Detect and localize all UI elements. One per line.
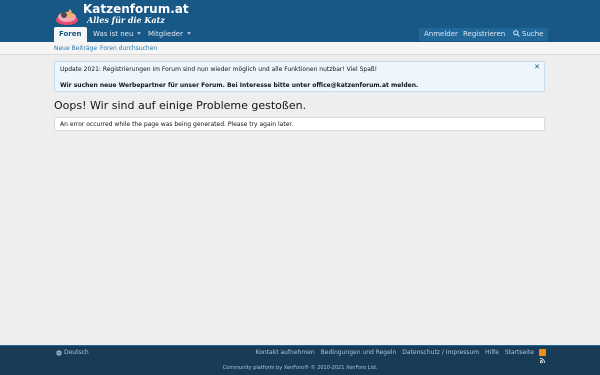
notice-update-text: Update 2021: Registrierungen im Forum si… bbox=[60, 66, 378, 73]
subnav-search-forums[interactable]: Foren durchsuchen bbox=[100, 42, 157, 55]
site-header: Katzenforum.at Alles für die Katz Foren … bbox=[0, 0, 600, 42]
copyright-text: Community platform by XenForo® © 2010-20… bbox=[222, 365, 378, 371]
footer-links: Kontakt aufnehmen Bedingungen und Regeln… bbox=[256, 349, 534, 356]
chevron-down-icon[interactable] bbox=[187, 32, 191, 35]
globe-icon bbox=[56, 349, 62, 356]
tab-mitglieder-label: Mitglieder bbox=[148, 30, 183, 38]
tab-mitglieder[interactable]: Mitglieder bbox=[143, 27, 196, 42]
tab-was-ist-neu[interactable]: Was ist neu bbox=[88, 27, 146, 42]
close-icon[interactable]: ✕ bbox=[534, 63, 540, 71]
register-button[interactable]: Registrieren bbox=[458, 28, 511, 41]
search-icon bbox=[513, 30, 520, 37]
tab-foren[interactable]: Foren bbox=[54, 27, 87, 42]
footer-link-terms[interactable]: Bedingungen und Regeln bbox=[321, 349, 397, 356]
cat-bed-logo-icon bbox=[55, 6, 79, 26]
notice-partner-text: Wir suchen neue Werbepartner für unser F… bbox=[60, 82, 419, 89]
language-chooser[interactable]: Deutsch bbox=[56, 349, 89, 356]
footer-link-privacy[interactable]: Datenschutz / Impressum bbox=[402, 349, 479, 356]
tab-was-ist-neu-label: Was ist neu bbox=[93, 30, 134, 38]
footer-link-home[interactable]: Startseite bbox=[505, 349, 534, 356]
site-slogan: Alles für die Katz bbox=[87, 15, 165, 25]
main-nav: Foren Was ist neu Mitglieder Anmelden Re… bbox=[0, 27, 600, 42]
tab-foren-label: Foren bbox=[59, 30, 82, 38]
register-label: Registrieren bbox=[463, 30, 506, 38]
chevron-down-icon[interactable] bbox=[137, 32, 142, 35]
error-block: An error occurred while the page was bei… bbox=[54, 117, 545, 131]
footer-link-help[interactable]: Hilfe bbox=[485, 349, 499, 356]
site-notice: Update 2021: Registrierungen im Forum si… bbox=[54, 61, 545, 92]
login-label: Anmelden bbox=[424, 30, 460, 38]
footer-link-contact[interactable]: Kontakt aufnehmen bbox=[256, 349, 315, 356]
error-message: An error occurred while the page was bei… bbox=[60, 121, 294, 128]
page-title: Oops! Wir sind auf einige Probleme gesto… bbox=[54, 99, 307, 112]
search-label: Suche bbox=[522, 30, 544, 38]
language-label: Deutsch bbox=[64, 349, 89, 356]
subnav-new-posts[interactable]: Neue Beiträge bbox=[54, 42, 97, 55]
rss-icon[interactable] bbox=[539, 349, 546, 364]
sub-nav: Neue Beiträge Foren durchsuchen bbox=[0, 42, 600, 55]
site-logo[interactable]: Katzenforum.at Alles für die Katz bbox=[55, 3, 189, 26]
site-footer: Deutsch Kontakt aufnehmen Bedingungen un… bbox=[0, 345, 600, 375]
search-button[interactable]: Suche bbox=[508, 28, 549, 41]
